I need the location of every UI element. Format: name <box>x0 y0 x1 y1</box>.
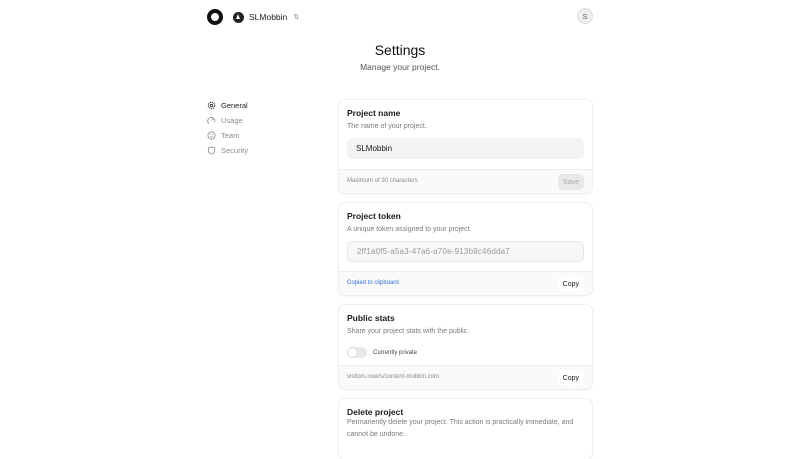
card-title: Public stats <box>347 313 395 323</box>
save-button[interactable]: Save <box>558 174 584 190</box>
public-stats-toggle[interactable] <box>347 347 367 358</box>
toggle-status-label: Currently private <box>373 350 418 356</box>
project-switcher[interactable]: SLMobbin ⇅ <box>233 10 299 24</box>
shield-icon <box>207 146 216 155</box>
sidebar-item-team[interactable]: Team <box>207 128 317 143</box>
card-footer: Copied to clipboard Copy <box>339 271 592 295</box>
sidebar-item-label: Usage <box>221 116 243 125</box>
sidebar-item-label: General <box>221 101 248 110</box>
project-name-card: Project name The name of your project. S… <box>339 100 592 193</box>
avatar[interactable]: S <box>577 8 593 24</box>
project-name-input[interactable]: SLMobbin <box>347 138 584 159</box>
card-description: The name of your project. <box>347 123 427 130</box>
card-title: Project name <box>347 108 401 118</box>
sidebar-item-general[interactable]: General <box>207 98 317 113</box>
page-title: Settings <box>374 42 426 58</box>
card-footer: Maximum of 30 characters Save <box>339 169 592 193</box>
gear-icon <box>207 101 216 110</box>
card-description: A unique token assigned to your project. <box>347 226 472 233</box>
sidebar-item-label: Team <box>221 131 240 140</box>
copy-url-button[interactable]: Copy <box>557 370 584 386</box>
public-stats-card: Public stats Share your project stats wi… <box>339 305 592 389</box>
toggle-knob <box>348 348 357 357</box>
settings-sidebar: General Usage Team Security <box>207 98 317 158</box>
public-stats-url: visitors.now/s/content-mobbin.com <box>347 374 440 380</box>
page-subtitle: Manage your project. <box>360 62 440 72</box>
sidebar-item-security[interactable]: Security <box>207 143 317 158</box>
card-footer: visitors.now/s/content-mobbin.com Copy <box>339 365 592 389</box>
character-limit-hint: Maximum of 30 characters <box>347 178 418 184</box>
app-logo[interactable] <box>207 9 223 25</box>
delete-project-card: Delete project Permanently delete your p… <box>339 399 592 459</box>
sidebar-item-usage[interactable]: Usage <box>207 113 317 128</box>
project-token-card: Project token A unique token assigned to… <box>339 203 592 295</box>
sidebar-item-label: Security <box>221 146 249 155</box>
card-description: Permanently delete your project. This ac… <box>347 419 574 438</box>
project-switcher-label: SLMobbin <box>249 12 288 22</box>
copy-token-button[interactable]: Copy <box>557 276 584 292</box>
chevron-up-down-icon: ⇅ <box>293 13 300 21</box>
top-bar: SLMobbin ⇅ S <box>0 0 800 34</box>
smiley-icon <box>207 131 216 140</box>
project-token-field[interactable]: 2ff1a0f5-a5a3-47a6-a70e-913b9c46dda7 <box>347 241 584 262</box>
card-title: Delete project <box>347 407 404 417</box>
project-icon <box>233 11 244 23</box>
usage-icon <box>207 117 216 124</box>
copied-to-clipboard-message: Copied to clipboard <box>347 280 399 286</box>
card-title: Project token <box>347 211 401 221</box>
card-description: Share your project stats with the public… <box>347 328 470 335</box>
